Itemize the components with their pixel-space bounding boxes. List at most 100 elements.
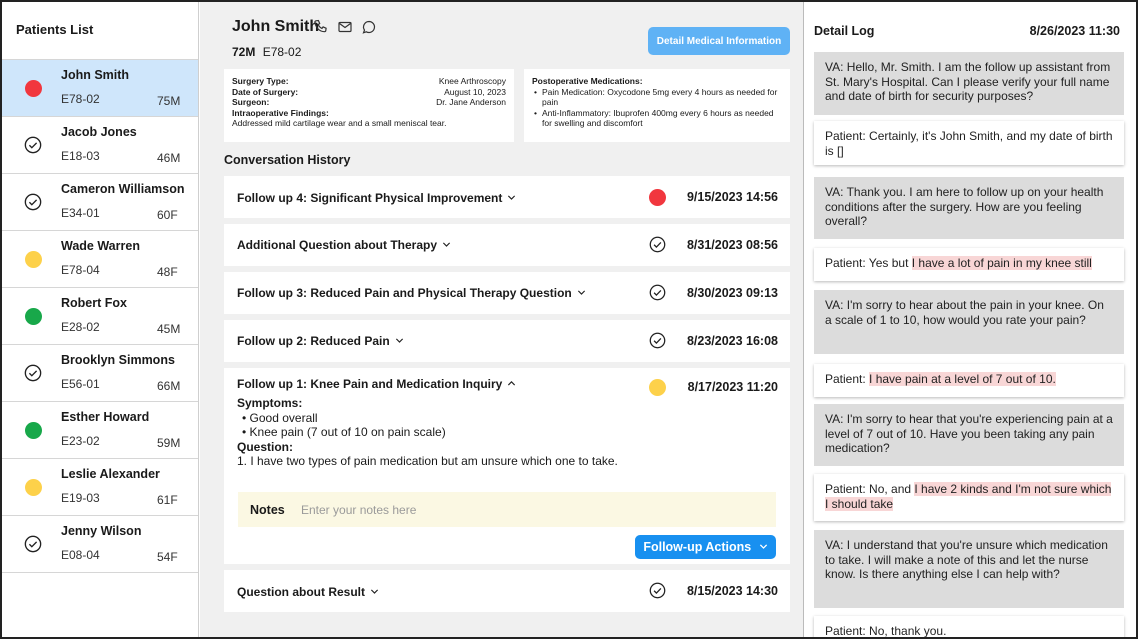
mail-icon[interactable] (337, 19, 353, 35)
log-message-va: VA: I'm sorry to hear that you're experi… (814, 404, 1124, 466)
patient-age: 66M (157, 379, 181, 393)
patient-item-jenny-wilson[interactable]: Jenny Wilson E08-04 54F (2, 516, 198, 573)
check-circle-icon (649, 236, 666, 253)
log-message-va: VA: Hello, Mr. Smith. I am the follow up… (814, 52, 1124, 115)
patient-name: Esther Howard (61, 410, 150, 424)
patient-item-john-smith[interactable]: John Smith E78-02 75M (2, 60, 198, 117)
patient-title-name: John Smith (232, 18, 320, 35)
chat-icon[interactable] (361, 19, 377, 35)
findings-label: Intraoperative Findings: (232, 107, 329, 118)
status-yellow-dot-icon (649, 379, 666, 396)
patient-code: E28-02 (61, 320, 100, 334)
notes-field-container: Notes (238, 492, 776, 527)
patient-item-jacob-jones[interactable]: Jacob Jones E18-03 46M (2, 117, 198, 174)
detail-log-panel: Detail Log 8/26/2023 11:30 VA: Hello, Mr… (803, 2, 1136, 637)
highlighted-text: I have a lot of pain in my knee still (911, 256, 1092, 270)
check-circle-icon (24, 535, 42, 553)
patient-age: 75M (157, 94, 181, 108)
patient-name: Brooklyn Simmons (61, 353, 175, 367)
patient-name: Leslie Alexander (61, 467, 160, 481)
surgery-date-value: August 10, 2023 (444, 86, 506, 97)
patient-code: E18-03 (61, 149, 100, 163)
medications-card: Postoperative Medications: Pain Medicati… (524, 69, 790, 142)
medication-item: Pain Medication: Oxycodone 5mg every 4 h… (532, 87, 782, 108)
check-circle-icon (24, 136, 42, 154)
conversation-item[interactable]: Question about Result 8/15/2023 14:30 (224, 570, 790, 612)
patient-item-brooklyn-simmons[interactable]: Brooklyn Simmons E56-01 66M (2, 345, 198, 402)
conversation-item-date: 9/15/2023 14:56 (686, 190, 778, 204)
status-red-dot-icon (649, 189, 666, 206)
detail-log-date: 8/26/2023 11:30 (1029, 24, 1120, 38)
chevron-down-icon (577, 290, 585, 295)
status-yellow-dot-icon (25, 251, 42, 268)
app-frame: Patients List John Smith E78-02 75M Jaco… (0, 0, 1138, 639)
surgery-type-label: Surgery Type: (232, 76, 289, 86)
patient-item-leslie-alexander[interactable]: Leslie Alexander E19-03 61F (2, 459, 198, 516)
chevron-down-icon (370, 589, 379, 594)
surgery-info-card: Surgery Type: Knee Arthroscopy Date of Su… (224, 69, 514, 142)
status-yellow-dot-icon (25, 479, 42, 496)
patient-code: E78-04 (61, 263, 100, 277)
patient-item-cameron-williamson[interactable]: Cameron Williamson E34-01 60F (2, 174, 198, 231)
check-circle-icon (649, 332, 666, 349)
conversation-item-date: 8/31/2023 08:56 (686, 238, 778, 252)
patient-code: E78-02 (61, 92, 100, 106)
question-text: 1. I have two types of pain medication b… (237, 454, 618, 468)
conversation-item[interactable]: Follow up 3: Reduced Pain and Physical T… (224, 272, 790, 314)
patient-age: 46M (157, 151, 181, 165)
patient-age: 60F (157, 208, 178, 222)
patient-age: 45M (157, 322, 181, 336)
status-green-dot-icon (25, 308, 42, 325)
patient-code: E23-02 (61, 434, 100, 448)
status-red-dot-icon (25, 80, 42, 97)
contact-icons (313, 19, 377, 35)
surgery-date-label: Date of Surgery: (232, 86, 299, 97)
conversation-item-date: 8/17/2023 11:20 (687, 380, 778, 394)
conversation-item-date: 8/23/2023 16:08 (686, 334, 778, 348)
chevron-down-icon (395, 338, 403, 343)
notes-input[interactable] (301, 499, 761, 521)
patient-name: Wade Warren (61, 239, 140, 253)
chevron-down-icon (508, 195, 516, 200)
check-circle-icon (24, 193, 42, 211)
detail-medical-info-button[interactable]: Detail Medical Information (648, 27, 790, 55)
surgeon-value: Dr. Jane Anderson (436, 97, 506, 107)
conversation-item[interactable]: Follow up 2: Reduced Pain 8/23/2023 16:0… (224, 320, 790, 362)
conversation-item-title: Question about Result (237, 585, 379, 599)
question-label: Question: (237, 439, 293, 454)
symptoms-label: Symptoms: (237, 396, 303, 410)
log-message-patient: Patient: No, thank you. (814, 616, 1124, 637)
conversation-item[interactable]: Follow up 4: Significant Physical Improv… (224, 176, 790, 218)
check-circle-icon (649, 284, 666, 301)
conversation-summary: Symptoms: • Good overall • Knee pain (7 … (237, 396, 618, 469)
log-message-patient: Patient: No, and I have 2 kinds and I'm … (814, 474, 1124, 521)
patient-age: 54F (157, 550, 178, 564)
conversation-item-title: Follow up 4: Significant Physical Improv… (237, 191, 516, 205)
patient-code: E78-02 (262, 45, 302, 59)
patient-detail-panel: John Smith 72M E78-02 Detail Medical Inf… (200, 2, 803, 637)
patient-name: Robert Fox (61, 296, 127, 310)
patient-item-wade-warren[interactable]: Wade Warren E78-04 48F (2, 231, 198, 288)
log-message-patient: Patient: I have pain at a level of 7 out… (814, 364, 1124, 397)
medication-item: Anti-Inflammatory: Ibuprofen 400mg every… (532, 108, 782, 129)
conversation-history-title: Conversation History (224, 153, 351, 167)
surgery-type-value: Knee Arthroscopy (438, 76, 506, 86)
phone-icon[interactable] (313, 19, 329, 35)
patient-item-esther-howard[interactable]: Esther Howard E23-02 59M (2, 402, 198, 459)
patient-name: John Smith (61, 68, 130, 82)
highlighted-text: I have pain at a level of 7 out of 10. (869, 372, 1056, 386)
conversation-item-title[interactable]: Follow up 1: Knee Pain and Medication In… (237, 377, 516, 391)
conversation-item[interactable]: Additional Question about Therapy 8/31/2… (224, 224, 790, 266)
conversation-item-expanded: Follow up 1: Knee Pain and Medication In… (224, 368, 790, 564)
patients-sidebar: Patients List John Smith E78-02 75M Jaco… (2, 2, 199, 637)
findings-value: Addressed mild cartilage wear and a smal… (232, 118, 447, 128)
patient-item-robert-fox[interactable]: Robert Fox E28-02 45M (2, 288, 198, 345)
patient-name: Cameron Williamson (61, 182, 185, 196)
chevron-down-icon (759, 544, 767, 549)
follow-up-actions-button[interactable]: Follow-up Actions (635, 535, 776, 559)
patients-list-title: Patients List (2, 2, 198, 60)
patient-name: Jenny Wilson (61, 524, 142, 538)
patient-age-sex: 72M (232, 45, 256, 59)
patient-age: 59M (157, 436, 181, 450)
log-message-patient: Patient: Certainly, it's John Smith, and… (814, 121, 1124, 165)
